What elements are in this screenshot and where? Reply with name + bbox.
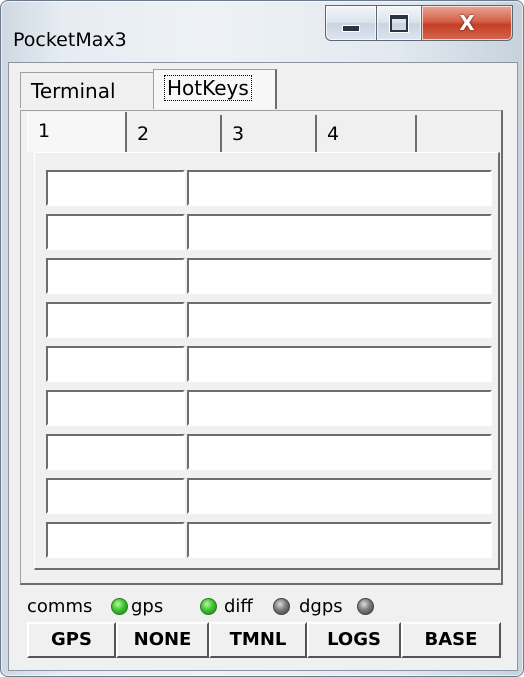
- base-button[interactable]: BASE: [401, 622, 501, 658]
- tab-page-1-label: 1: [38, 120, 51, 142]
- status-comms-label: comms: [27, 596, 93, 617]
- hotkey-row: [46, 390, 492, 426]
- hotkey-command-field[interactable]: [187, 214, 492, 250]
- minimize-button[interactable]: [325, 5, 377, 41]
- diff-led-icon: [273, 598, 290, 615]
- comms-led-icon: [111, 598, 128, 615]
- tab-page-3-label: 3: [232, 123, 245, 145]
- hotkey-command-field[interactable]: [187, 478, 492, 514]
- hotkey-command-field[interactable]: [187, 258, 492, 294]
- hotkey-row: [46, 434, 492, 470]
- hotkey-key-field[interactable]: [46, 478, 185, 514]
- hotkey-row: [46, 214, 492, 250]
- hotkey-key-field[interactable]: [46, 390, 185, 426]
- hotkey-row: [46, 522, 492, 558]
- close-icon: X: [459, 11, 475, 35]
- gps-led-icon: [200, 598, 217, 615]
- hotkey-command-field[interactable]: [187, 346, 492, 382]
- hotkey-command-field[interactable]: [187, 522, 492, 558]
- none-button[interactable]: NONE: [116, 622, 209, 658]
- hotkey-key-field[interactable]: [46, 346, 185, 382]
- hotkey-row: [46, 346, 492, 382]
- hotkey-command-field[interactable]: [187, 170, 492, 206]
- tab-terminal[interactable]: Terminal: [20, 72, 153, 108]
- tab-page-2-label: 2: [137, 123, 150, 145]
- close-button[interactable]: X: [422, 5, 513, 41]
- mode-button-bar: GPS NONE TMNL LOGS BASE: [27, 622, 501, 658]
- hotkey-key-field[interactable]: [46, 214, 185, 250]
- hotkey-row: [46, 258, 492, 294]
- hotkey-key-field[interactable]: [46, 302, 185, 338]
- status-diff-label: diff: [224, 596, 253, 617]
- tab-page-4[interactable]: 4: [317, 115, 417, 152]
- gps-button[interactable]: GPS: [27, 622, 116, 658]
- hotkey-row: [46, 478, 492, 514]
- tab-page-4-label: 4: [327, 123, 340, 145]
- hotkey-command-field[interactable]: [187, 302, 492, 338]
- hotkey-key-field[interactable]: [46, 522, 185, 558]
- tab-page-1[interactable]: 1: [27, 112, 127, 152]
- minimize-icon: [342, 24, 360, 32]
- hotkey-key-field[interactable]: [46, 258, 185, 294]
- window-title: PocketMax3: [13, 29, 127, 51]
- tab-hotkeys-label: HotKeys: [164, 75, 252, 101]
- maximize-icon: [390, 14, 408, 32]
- tab-page-3[interactable]: 3: [222, 115, 317, 152]
- hotkey-key-field[interactable]: [46, 170, 185, 206]
- tab-page-2[interactable]: 2: [127, 115, 222, 152]
- caption-buttons: X: [325, 5, 513, 41]
- status-dgps-label: dgps: [299, 596, 343, 617]
- tab-hotkeys[interactable]: HotKeys: [153, 69, 277, 109]
- logs-button[interactable]: LOGS: [307, 622, 401, 658]
- hotkey-command-field[interactable]: [187, 390, 492, 426]
- dgps-led-icon: [357, 598, 374, 615]
- hotkey-command-field[interactable]: [187, 434, 492, 470]
- tmnl-button[interactable]: TMNL: [209, 622, 307, 658]
- hotkey-row: [46, 170, 492, 206]
- title-bar[interactable]: PocketMax3 X: [1, 1, 523, 63]
- hotkey-row: [46, 302, 492, 338]
- maximize-button[interactable]: [377, 5, 422, 41]
- hotkey-key-field[interactable]: [46, 434, 185, 470]
- tab-terminal-label: Terminal: [31, 79, 116, 103]
- status-gps-label: gps: [131, 596, 164, 617]
